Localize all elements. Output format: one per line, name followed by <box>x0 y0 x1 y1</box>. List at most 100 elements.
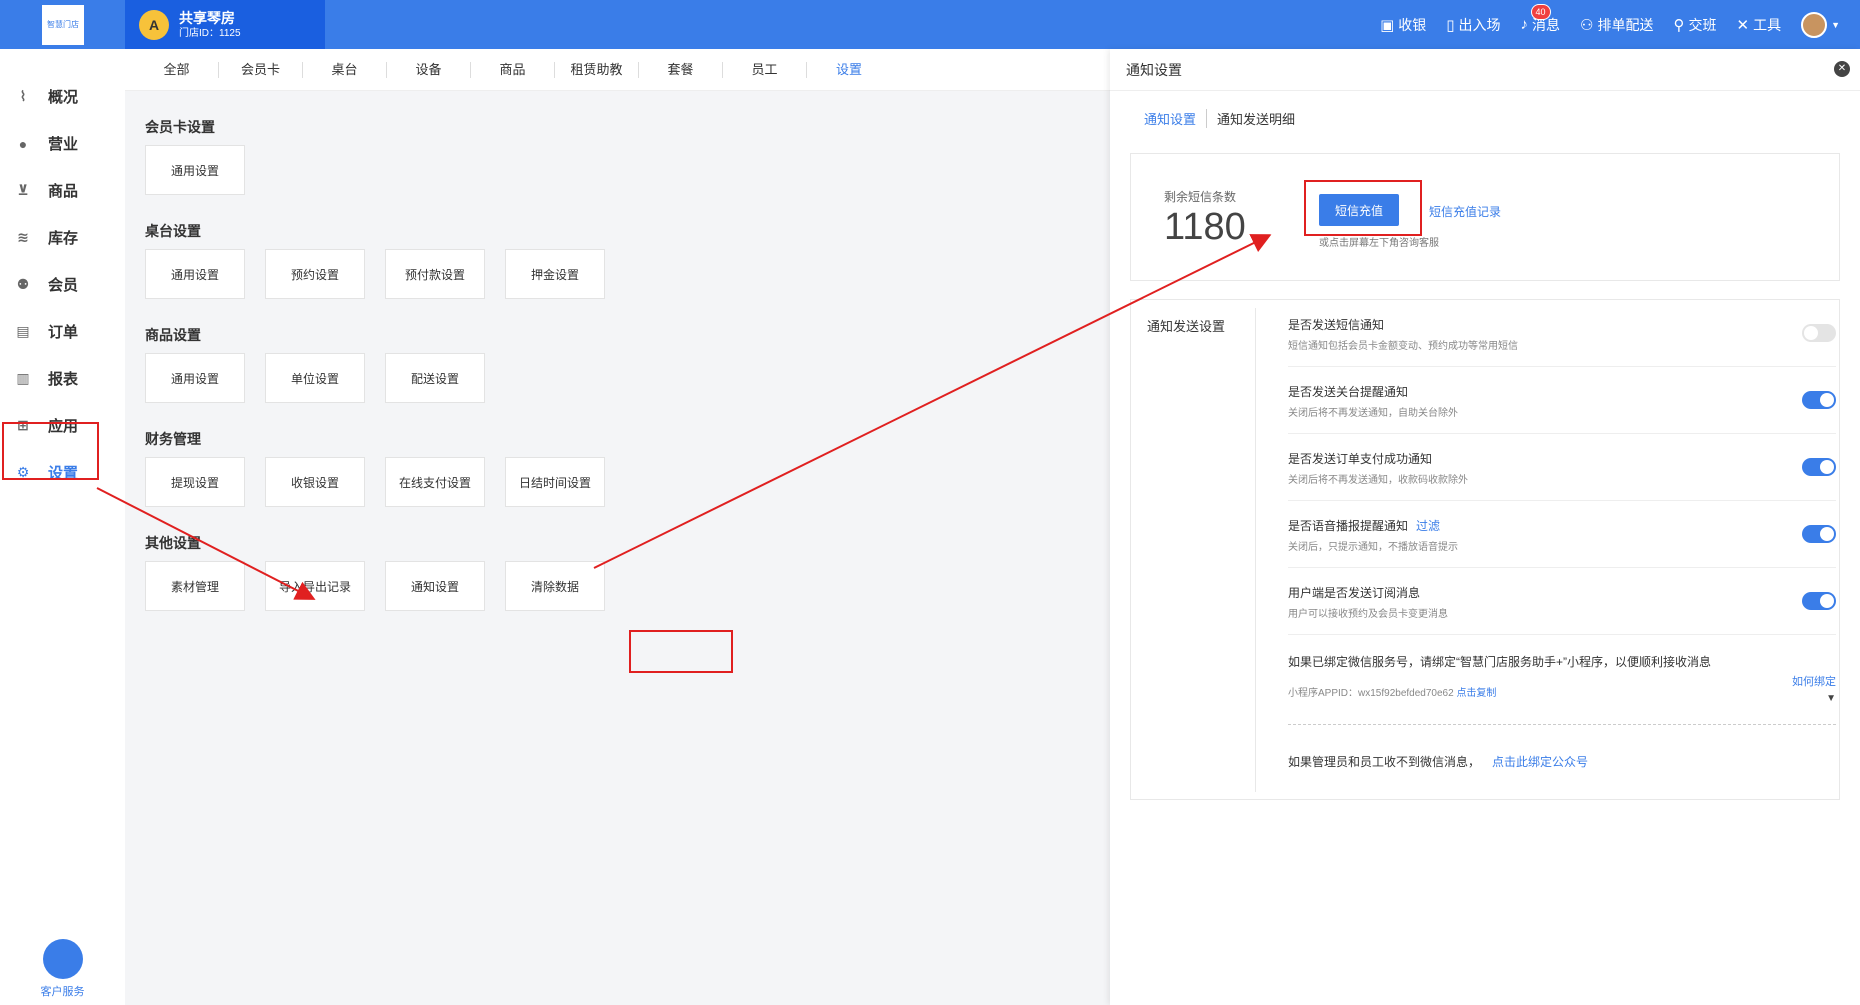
table-close-reminder-toggle[interactable] <box>1802 391 1836 409</box>
tools-button[interactable]: ✕ 工具 <box>1737 15 1782 35</box>
sidebar-item-label: 会员 <box>48 277 79 294</box>
tab-rental-coach[interactable]: 租赁助教 <box>555 61 639 78</box>
cashier-label: 收银 <box>1398 16 1427 33</box>
recharge-tip: 或点击屏幕左下角咨询客服 <box>1319 238 1439 249</box>
section-title: 桌台设置 <box>145 223 201 239</box>
tab-table[interactable]: 桌台 <box>303 61 387 78</box>
cashier-button[interactable]: ▣ 收银 <box>1380 15 1426 35</box>
sidebar-item-label: 订单 <box>48 324 79 341</box>
notification-settings-button[interactable]: 通知设置 <box>385 561 485 611</box>
sms-remaining-count: 1180 <box>1164 206 1246 248</box>
tab-settings[interactable]: 设置 <box>807 62 891 78</box>
settings-highlight-box <box>2 422 99 480</box>
entry-exit-label: 出入场 <box>1458 16 1501 33</box>
wechat-binding-text: 如果已绑定微信服务号，请绑定“智慧门店服务助手+”小程序，以便顺利接收消息 <box>1288 655 1712 669</box>
sms-remaining-label: 剩余短信条数 <box>1164 190 1237 204</box>
sidebar-item-products[interactable]: ⊻ 商品 <box>0 167 125 214</box>
bar-chart-icon: ▥ <box>16 370 30 386</box>
appid-value: wx15f92befded70e62 <box>1358 688 1454 699</box>
notification-send-settings-label: 通知发送设置 <box>1147 319 1226 334</box>
sidebar-item-overview[interactable]: ⌇ 概况 <box>0 73 125 120</box>
sidebar-item-label: 商品 <box>48 183 79 200</box>
withdrawal-settings-button[interactable]: 提现设置 <box>145 457 245 507</box>
tab-product[interactable]: 商品 <box>471 61 555 78</box>
online-payment-settings-button[interactable]: 在线支付设置 <box>385 457 485 507</box>
copy-appid-link[interactable]: 点击复制 <box>1456 688 1496 699</box>
row-desc: 用户可以接收预约及会员卡变更消息 <box>1288 609 1448 620</box>
product-settings-section: 商品设置 通用设置 单位设置 配送设置 <box>125 325 1110 403</box>
table-close-reminder-row: 是否发送关台提醒通知 关闭后将不再发送通知，自助关台除外 <box>1288 367 1836 434</box>
member-general-settings-button[interactable]: 通用设置 <box>145 145 245 195</box>
cashier-settings-button[interactable]: 收银设置 <box>265 457 365 507</box>
top-bar: 智慧门店 A 共享琴房 门店ID：1125 ▣ 收银 ▯ 出入场 ♪ 40 消息… <box>0 0 1860 49</box>
filter-link[interactable]: 过滤 <box>1416 519 1440 533</box>
deposit-settings-button[interactable]: 押金设置 <box>505 249 605 299</box>
tab-notification-send-details[interactable]: 通知发送明细 <box>1207 109 1305 128</box>
other-settings-section: 其他设置 素材管理 导入导出记录 通知设置 清除数据 <box>125 533 1110 611</box>
panel-header: 通知设置 ✕ <box>1110 49 1860 91</box>
divider <box>1255 308 1256 792</box>
section-title: 商品设置 <box>145 327 201 343</box>
tab-all[interactable]: 全部 <box>135 61 219 78</box>
voice-broadcast-toggle[interactable] <box>1802 525 1836 543</box>
bind-official-account-link[interactable]: 点击此绑定公众号 <box>1492 755 1588 769</box>
tab-member-card[interactable]: 会员卡 <box>219 61 303 78</box>
user-swap-icon: ⚲ <box>1673 16 1685 34</box>
appid-label: 小程序APPID： <box>1288 688 1359 699</box>
store-avatar: A <box>139 9 169 40</box>
subscription-message-toggle[interactable] <box>1802 592 1836 610</box>
row-desc: 关闭后将不再发送通知，自助关台除外 <box>1288 408 1458 419</box>
user-menu[interactable]: ▼ <box>1801 11 1840 38</box>
dispatch-label: 排单配送 <box>1597 16 1654 33</box>
dispatch-button[interactable]: ⚇ 排单配送 <box>1580 15 1653 35</box>
store-info: 共享琴房 门店ID：1125 <box>179 9 241 41</box>
order-paid-notification-toggle[interactable] <box>1802 458 1836 476</box>
panel-title: 通知设置 <box>1126 61 1182 78</box>
cashier-icon: ▣ <box>1380 16 1395 34</box>
avatar <box>1801 11 1828 38</box>
close-icon[interactable]: ✕ <box>1834 61 1850 77</box>
import-export-records-button[interactable]: 导入导出记录 <box>265 561 365 611</box>
recharge-highlight-box <box>1304 180 1422 236</box>
sidebar-item-members[interactable]: ⚉ 会员 <box>0 261 125 308</box>
tab-notification-settings[interactable]: 通知设置 <box>1144 108 1208 128</box>
chevron-down-icon[interactable]: ▼ <box>1826 693 1836 704</box>
section-title: 财务管理 <box>145 431 201 447</box>
product-general-settings-button[interactable]: 通用设置 <box>145 353 245 403</box>
entry-exit-button[interactable]: ▯ 出入场 <box>1446 15 1500 35</box>
order-icon: ▤ <box>16 323 30 339</box>
tab-staff[interactable]: 员工 <box>723 61 807 78</box>
tab-package[interactable]: 套餐 <box>639 61 723 78</box>
reservation-settings-button[interactable]: 预约设置 <box>265 249 365 299</box>
messages-button[interactable]: ♪ 40 消息 <box>1521 3 1560 35</box>
customer-service-button[interactable]: 客户服务 <box>30 939 95 999</box>
sidebar-item-orders[interactable]: ▤ 订单 <box>0 308 125 355</box>
sidebar-item-label: 库存 <box>48 230 79 247</box>
sidebar-item-reports[interactable]: ▥ 报表 <box>0 355 125 402</box>
notification-send-settings-card: 通知发送设置 是否发送短信通知 短信通知包括会员卡金额变动、预约成功等常用短信 … <box>1130 299 1840 800</box>
sidebar: ⌇ 概况 ● 营业 ⊻ 商品 ≋ 库存 ⚉ 会员 ▤ 订单 ▥ 报表 ⊞ 应用 … <box>0 49 125 1005</box>
unit-settings-button[interactable]: 单位设置 <box>265 353 365 403</box>
clear-data-button[interactable]: 清除数据 <box>505 561 605 611</box>
delivery-settings-button[interactable]: 配送设置 <box>385 353 485 403</box>
daily-close-time-settings-button[interactable]: 日结时间设置 <box>505 457 605 507</box>
prepayment-settings-button[interactable]: 预付款设置 <box>385 249 485 299</box>
row-title: 是否发送订单支付成功通知 <box>1288 452 1433 466</box>
shift-handover-button[interactable]: ⚲ 交班 <box>1674 15 1717 35</box>
sms-notification-toggle[interactable] <box>1802 324 1836 342</box>
door-icon: ▯ <box>1446 16 1455 34</box>
material-management-button[interactable]: 素材管理 <box>145 561 245 611</box>
wechat-binding-row: 如果已绑定微信服务号，请绑定“智慧门店服务助手+”小程序，以便顺利接收消息 小程… <box>1288 635 1836 725</box>
store-switcher[interactable]: A 共享琴房 门店ID：1125 <box>125 0 325 49</box>
sms-recharge-records-link[interactable]: 短信充值记录 <box>1429 203 1501 220</box>
order-paid-notification-row: 是否发送订单支付成功通知 关闭后将不再发送通知，收款码收款除外 <box>1288 434 1836 501</box>
table-general-settings-button[interactable]: 通用设置 <box>145 249 245 299</box>
sidebar-item-inventory[interactable]: ≋ 库存 <box>0 214 125 261</box>
sidebar-item-business[interactable]: ● 营业 <box>0 120 125 167</box>
member-card-settings-section: 会员卡设置 通用设置 <box>125 117 1110 195</box>
tab-device[interactable]: 设备 <box>387 61 471 78</box>
app-logo: 智慧门店 <box>42 5 84 45</box>
main-content: 全部 会员卡 桌台 设备 商品 租赁助教 套餐 员工 设置 会员卡设置 通用设置… <box>125 49 1110 1005</box>
how-to-bind-link[interactable]: 如何绑定 <box>1792 673 1836 689</box>
cart-icon: ⊻ <box>17 182 29 198</box>
